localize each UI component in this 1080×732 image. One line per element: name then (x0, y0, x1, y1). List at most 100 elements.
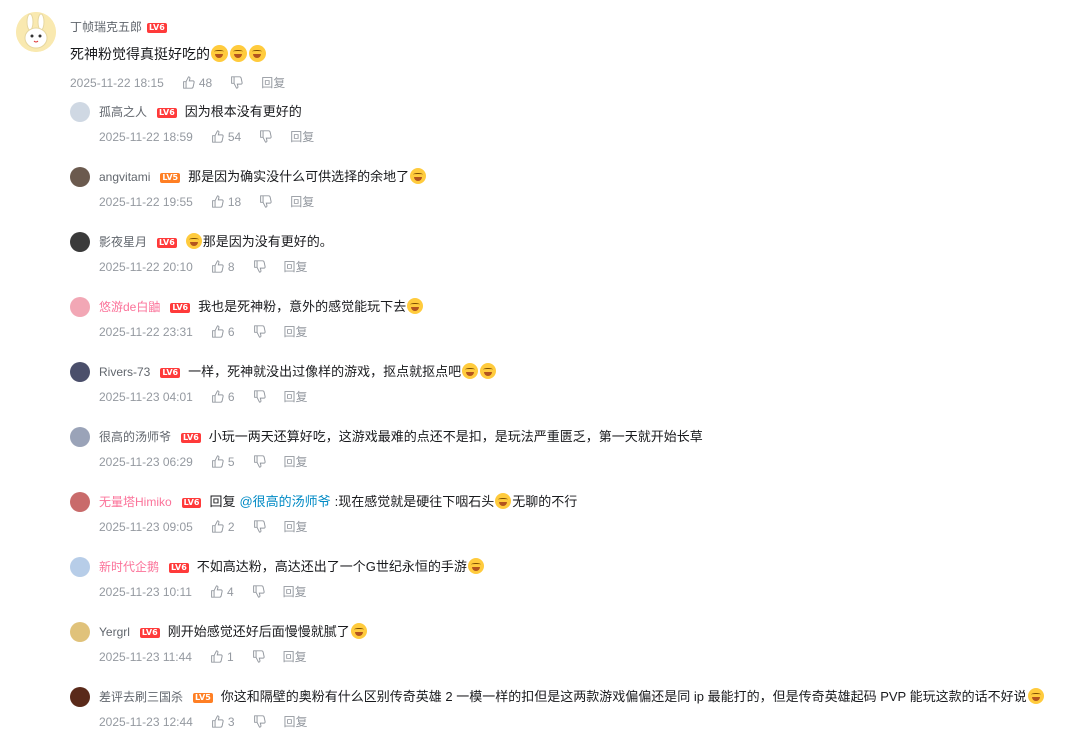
username[interactable]: 丁帧瑞克五郎 (70, 20, 142, 34)
reply-button[interactable]: 回复 (283, 583, 307, 600)
reply-button[interactable]: 回复 (284, 713, 308, 730)
thumb-down-icon (253, 325, 266, 338)
like-button[interactable]: 5 (211, 455, 235, 469)
comment-meta: 2025-11-22 20:10 8 回复 (99, 258, 308, 275)
like-count: 18 (227, 194, 242, 209)
reply-text: 你这和隔壁的奥粉有什么区别传奇英雄 2 一模一样的扣但是这两款游戏偏偏还是同 i… (220, 689, 1027, 704)
reply-button[interactable]: 回复 (284, 388, 308, 405)
comment-thread: 丁帧瑞克五郎 LV6 死神粉觉得真挺好吃的 2025-11-22 18:15 48… (0, 0, 1080, 732)
username[interactable]: Rivers-73 (99, 365, 150, 379)
like-button[interactable]: 3 (211, 715, 235, 729)
timestamp: 2025-11-22 20:10 (99, 259, 193, 274)
timestamp: 2025-11-23 10:11 (99, 584, 192, 599)
avatar[interactable] (70, 297, 90, 317)
dislike-button[interactable] (259, 195, 272, 208)
avatar[interactable] (70, 167, 90, 187)
level-badge: LV6 (157, 108, 177, 118)
dislike-button[interactable] (252, 650, 265, 663)
reply-text: 我也是死神粉，意外的感觉能玩下去 (198, 299, 407, 314)
avatar[interactable] (70, 687, 90, 707)
thumb-up-icon (211, 715, 224, 728)
thumb-down-icon (231, 76, 243, 89)
like-button[interactable]: 18 (211, 195, 241, 209)
main-name-row: 丁帧瑞克五郎 LV6 (70, 18, 167, 36)
dislike-button[interactable] (253, 520, 266, 533)
thumb-up-icon (211, 325, 224, 338)
username[interactable]: 无量塔Himiko (99, 495, 172, 509)
laugh-emoji-icon (1027, 688, 1044, 704)
like-button[interactable]: 48 (182, 76, 212, 90)
avatar[interactable] (16, 12, 56, 52)
timestamp: 2025-11-22 23:31 (99, 324, 193, 339)
username[interactable]: 影夜星月 (99, 235, 147, 249)
laugh-emoji-icon (407, 298, 424, 314)
dislike-button[interactable] (259, 130, 272, 143)
thumb-up-icon (211, 130, 224, 143)
thumb-down-icon (260, 130, 272, 143)
username[interactable]: 很高的汤师爷 (99, 430, 171, 444)
level-badge: LV6 (160, 368, 181, 378)
reply-line: Yergrl LV6 刚开始感觉还好后面慢慢就腻了 (99, 623, 368, 641)
like-button[interactable]: 2 (211, 520, 235, 534)
dislike-button[interactable] (253, 715, 266, 728)
reply-button[interactable]: 回复 (290, 193, 314, 210)
avatar[interactable] (70, 362, 90, 382)
laugh-emoji-icon (185, 233, 202, 249)
avatar[interactable] (70, 492, 90, 512)
reply-button[interactable]: 回复 (284, 323, 308, 340)
dislike-button[interactable] (253, 325, 266, 338)
comment-meta: 2025-11-22 23:31 6 回复 (99, 323, 308, 340)
reply-button[interactable]: 回复 (284, 453, 308, 470)
level-badge: LV5 (160, 173, 181, 183)
reply-button[interactable]: 回复 (284, 258, 308, 275)
dislike-button[interactable] (253, 260, 266, 273)
thumb-up-icon (211, 260, 224, 273)
thumb-up-icon (211, 585, 223, 598)
username[interactable]: 差评去刷三国杀 (99, 690, 183, 704)
thumb-down-icon (253, 455, 266, 468)
laugh-emoji-icon (350, 623, 367, 639)
dislike-button[interactable] (230, 76, 243, 89)
timestamp: 2025-11-22 18:59 (99, 129, 193, 144)
reply-button[interactable]: 回复 (284, 518, 308, 535)
mention-link[interactable]: @很高的汤师爷 (239, 494, 330, 509)
reply-line: 影夜星月 LV6 那是因为没有更好的。 (99, 233, 333, 251)
reply-text: 刚开始感觉还好后面慢慢就腻了 (167, 624, 350, 639)
avatar[interactable] (70, 557, 90, 577)
avatar[interactable] (70, 232, 90, 252)
comment-meta: 2025-11-22 18:59 54 回复 (99, 128, 314, 145)
reply-button[interactable]: 回复 (283, 648, 307, 665)
reply-line: angvitami LV5 那是因为确实没什么可供选择的余地了 (99, 168, 427, 186)
avatar[interactable] (70, 102, 90, 122)
username[interactable]: 新时代企鹅 (99, 560, 159, 574)
username[interactable]: 孤高之人 (99, 105, 147, 119)
like-count: 6 (227, 389, 235, 404)
like-button[interactable]: 6 (211, 325, 235, 339)
reply-line: 新时代企鹅 LV6 不如高达粉，高达还出了一个G世纪永恒的手游 (99, 558, 485, 576)
like-button[interactable]: 4 (210, 585, 234, 599)
like-count: 8 (227, 259, 235, 274)
avatar[interactable] (70, 622, 90, 642)
username[interactable]: 悠游de白鼬 (99, 300, 160, 314)
timestamp: 2025-11-22 18:15 (70, 75, 164, 90)
avatar[interactable] (70, 427, 90, 447)
level-badge: LV5 (193, 693, 213, 703)
comment-meta: 2025-11-22 18:15 48 回复 (70, 74, 285, 91)
like-button[interactable]: 54 (211, 130, 241, 144)
username[interactable]: Yergrl (99, 625, 130, 639)
like-button[interactable]: 6 (211, 390, 235, 404)
like-button[interactable]: 1 (210, 650, 234, 664)
dislike-button[interactable] (252, 585, 265, 598)
reply-button[interactable]: 回复 (290, 128, 314, 145)
thumb-down-icon (253, 260, 266, 273)
laugh-emoji-icon (495, 493, 512, 509)
username[interactable]: angvitami (99, 170, 150, 184)
dislike-button[interactable] (253, 455, 266, 468)
level-badge: LV6 (139, 628, 160, 638)
reply-button[interactable]: 回复 (261, 74, 285, 91)
reply-text: 那是因为确实没什么可供选择的余地了 (188, 169, 410, 184)
like-button[interactable]: 8 (211, 260, 235, 274)
like-count: 5 (227, 454, 235, 469)
comment-meta: 2025-11-23 06:29 5 回复 (99, 453, 308, 470)
dislike-button[interactable] (253, 390, 266, 403)
